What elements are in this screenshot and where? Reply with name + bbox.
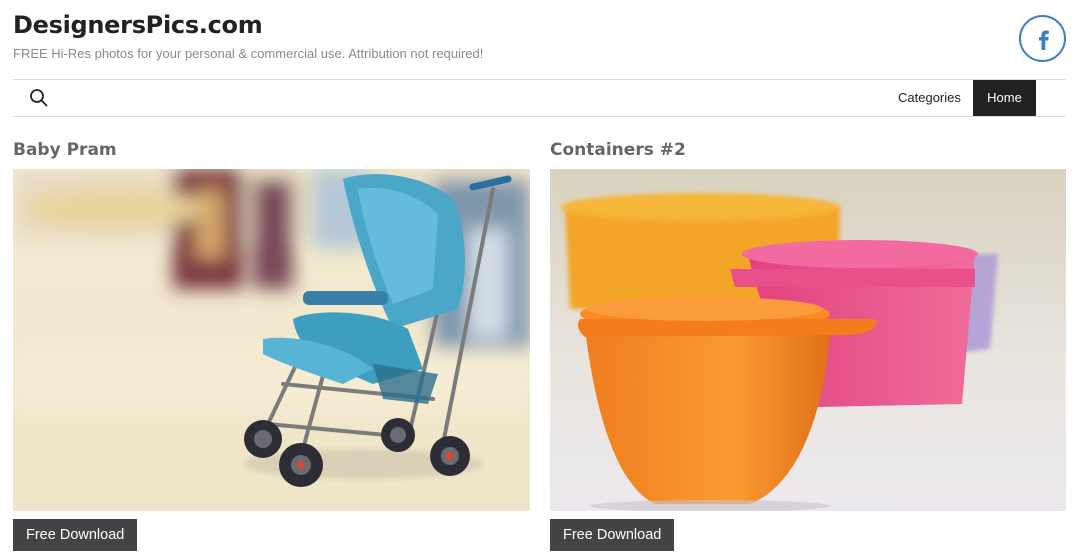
photo-title[interactable]: Baby Pram	[13, 139, 530, 169]
site-header: DesignersPics.com FREE Hi-Res photos for…	[13, 10, 483, 62]
site-tagline: FREE Hi-Res photos for your personal & c…	[13, 46, 484, 61]
free-download-button[interactable]: Free Download	[550, 519, 675, 551]
search-icon[interactable]	[29, 88, 49, 108]
containers-photo[interactable]	[550, 169, 1066, 511]
nav-item-home[interactable]: Home	[973, 80, 1036, 116]
photo-card: Containers #2 Free Download	[550, 139, 1066, 551]
site-title[interactable]: DesignersPics.com	[13, 10, 483, 40]
photo-card: Baby Pram Free Download	[13, 139, 530, 551]
free-download-button[interactable]: Free Download	[13, 519, 138, 551]
main-navbar: Categories Home	[13, 79, 1066, 117]
photo-title[interactable]: Containers #2	[550, 139, 1066, 169]
baby-pram-photo[interactable]	[13, 169, 530, 511]
facebook-icon[interactable]	[1019, 15, 1066, 62]
nav-item-categories[interactable]: Categories	[883, 80, 976, 116]
